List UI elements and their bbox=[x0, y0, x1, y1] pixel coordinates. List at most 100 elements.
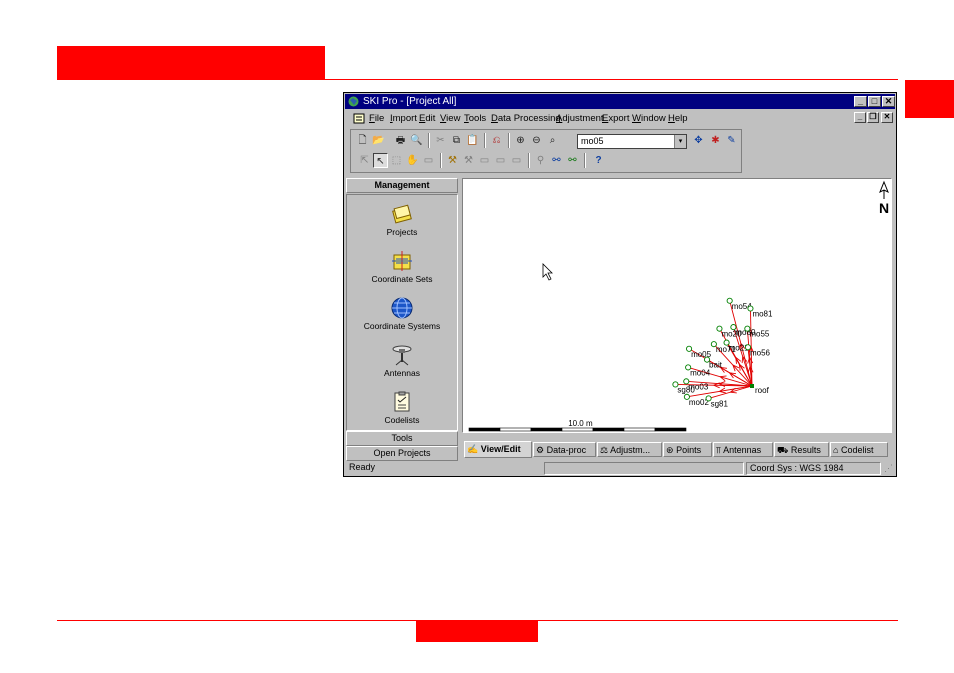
zoom-in-icon[interactable]: ⊕ bbox=[513, 133, 528, 148]
tab-antennas[interactable]: ⫪ Antennas bbox=[713, 442, 773, 457]
chevron-down-icon[interactable]: ▾ bbox=[674, 135, 686, 148]
view-tabs: ✍ View/Edit ⚙ Data-proc ⚖ Adjustm... ⊛ P… bbox=[462, 441, 892, 459]
close-button[interactable]: ✕ bbox=[882, 96, 895, 107]
management-item-antennas[interactable]: Antennas bbox=[347, 344, 457, 378]
mdi-restore-button[interactable]: ❐ bbox=[867, 112, 879, 123]
zoom-window-icon[interactable]: ⬚ bbox=[389, 153, 404, 168]
antenna-icon: ⫪ bbox=[716, 445, 722, 455]
map-canvas[interactable]: N mo54mo81mo20mo80mo55mo71mo21mo56mo05ba… bbox=[463, 179, 891, 432]
management-item-coordinate-sets[interactable]: Coordinate Sets bbox=[347, 250, 457, 284]
baseline-icon[interactable]: ⚒ bbox=[461, 153, 476, 168]
tab-data-proc[interactable]: ⚙ Data-proc bbox=[533, 442, 596, 457]
link-icon[interactable]: ⚲ bbox=[533, 153, 548, 168]
point-combo[interactable]: mo05 ▾ bbox=[577, 134, 687, 149]
minimize-button[interactable]: _ bbox=[854, 96, 867, 107]
menu-export[interactable]: Export bbox=[602, 113, 629, 124]
header-red-bar bbox=[57, 46, 325, 79]
tab-adjustment[interactable]: ⚖ Adjustm... bbox=[597, 442, 662, 457]
undo-icon[interactable]: ⎌ bbox=[489, 133, 504, 148]
toolbar: 🗋 📂 🖶 🔍 ✂ ⧉ 📋 ⎌ ⊕ ⊖ ⌕ mo05 ▾ ✥ ✱ ✎ ⇱ ↖ ⬚… bbox=[350, 129, 742, 173]
paste-icon[interactable]: 📋 bbox=[465, 133, 480, 148]
mdi-minimize-button[interactable]: _ bbox=[854, 112, 866, 123]
zoom-out-icon[interactable]: ⊖ bbox=[529, 133, 544, 148]
data-proc-icon: ⚙ bbox=[536, 445, 545, 455]
select-icon[interactable]: ⇱ bbox=[357, 153, 372, 168]
processing-icon[interactable]: ⚒ bbox=[445, 153, 460, 168]
resize-grip-icon[interactable]: ⋰ bbox=[884, 463, 893, 474]
window-b-icon[interactable]: ▭ bbox=[493, 153, 508, 168]
scale-bar-segment bbox=[561, 427, 594, 432]
binoculars-next-icon[interactable]: ⚯ bbox=[565, 153, 580, 168]
codelist-icon: ⌂ bbox=[833, 445, 839, 455]
window-title: SKI Pro - [Project All] bbox=[363, 96, 457, 107]
tab-view-edit[interactable]: ✍ View/Edit bbox=[464, 441, 532, 458]
adjustment-icon: ⚖ bbox=[600, 445, 609, 455]
scale-bar-segment bbox=[654, 427, 687, 432]
menu-adjustment[interactable]: Adjustment bbox=[556, 113, 604, 124]
tab-results[interactable]: ⛟ Results bbox=[774, 442, 829, 457]
toolbar-separator bbox=[428, 133, 430, 148]
management-item-label: Projects bbox=[386, 227, 418, 237]
tab-points[interactable]: ⊛ Points bbox=[663, 442, 712, 457]
menu-edit[interactable]: Edit bbox=[419, 113, 435, 124]
scale-bar-segment bbox=[592, 427, 625, 432]
menu-import[interactable]: Import bbox=[390, 113, 417, 124]
management-panel: Management Projects Coordinate Sets Coor… bbox=[346, 178, 458, 463]
antenna-icon bbox=[392, 345, 412, 366]
management-header[interactable]: Management bbox=[346, 178, 458, 193]
toolbar-separator bbox=[528, 153, 530, 168]
print-preview-icon[interactable]: 🔍 bbox=[409, 133, 424, 148]
context-help-icon[interactable]: ? bbox=[591, 153, 606, 168]
projects-icon bbox=[392, 204, 412, 224]
menu-file[interactable]: File bbox=[369, 113, 384, 124]
management-item-label: Antennas bbox=[384, 368, 420, 378]
point-tools-icon[interactable]: ✎ bbox=[724, 133, 739, 148]
scale-label: 10.0 m bbox=[568, 419, 593, 428]
new-icon[interactable]: 🗋 bbox=[355, 133, 370, 148]
status-coord-sys: Coord Sys : WGS 1984 bbox=[746, 462, 881, 475]
tools-bar[interactable]: Tools bbox=[346, 431, 458, 446]
map-view[interactable]: N mo54 mo81 mo20 mo80 mo55 mo71 mo21 mo56 mo05 ba… bbox=[462, 178, 892, 433]
pointer-icon[interactable]: ↖ bbox=[373, 153, 388, 168]
window-a-icon[interactable]: ▭ bbox=[477, 153, 492, 168]
menu-help[interactable]: Help bbox=[668, 113, 688, 124]
mdi-close-button[interactable]: ✕ bbox=[881, 112, 893, 123]
menu-window[interactable]: Window bbox=[632, 113, 666, 124]
north-arrow-icon: N bbox=[879, 180, 889, 216]
point-label-mo55: mo55 bbox=[749, 330, 770, 339]
toolbar-separator bbox=[484, 133, 486, 148]
north-label: N bbox=[879, 200, 889, 216]
management-item-coordinate-systems[interactable]: Coordinate Systems bbox=[347, 297, 457, 331]
maximize-button[interactable]: □ bbox=[868, 96, 881, 107]
open-projects-bar[interactable]: Open Projects bbox=[346, 446, 458, 461]
point-label-mo04: mo04 bbox=[690, 368, 711, 377]
coordinate-sets-icon bbox=[392, 251, 412, 271]
point-label-roof: roof bbox=[755, 386, 770, 395]
footer-red-bar bbox=[416, 621, 538, 642]
open-folder-icon[interactable]: 📂 bbox=[371, 133, 386, 148]
tab-codelist[interactable]: ⌂ Codelist bbox=[830, 442, 888, 457]
cut-icon[interactable]: ✂ bbox=[433, 133, 448, 148]
point-marker-roof[interactable] bbox=[750, 384, 754, 388]
management-item-projects[interactable]: Projects bbox=[347, 203, 457, 237]
mouse-cursor-icon bbox=[542, 263, 553, 281]
print-icon[interactable]: 🖶 bbox=[393, 133, 408, 148]
management-item-codelists[interactable]: Codelists bbox=[347, 391, 457, 425]
menu-data-processing[interactable]: Data Processing bbox=[491, 113, 561, 124]
point-label-mo56: mo56 bbox=[750, 348, 771, 357]
document-icon[interactable] bbox=[353, 113, 365, 124]
binoculars-icon[interactable]: ⚯ bbox=[549, 153, 564, 168]
goto-point-icon[interactable]: ✥ bbox=[691, 133, 706, 148]
management-list: Projects Coordinate Sets Coordinate Syst… bbox=[346, 194, 458, 431]
title-bar[interactable]: SKI Pro - [Project All] _ □ ✕ bbox=[345, 94, 895, 109]
zoom-fit-icon[interactable]: ⌕ bbox=[545, 133, 560, 148]
measure-icon[interactable]: ▭ bbox=[421, 153, 436, 168]
find-point-icon[interactable]: ✱ bbox=[708, 133, 723, 148]
side-red-tab bbox=[905, 80, 954, 118]
menu-view[interactable]: View bbox=[440, 113, 460, 124]
window-c-icon[interactable]: ▭ bbox=[509, 153, 524, 168]
menu-tools[interactable]: Tools bbox=[464, 113, 486, 124]
view-edit-icon: ✍ bbox=[467, 444, 479, 454]
copy-icon[interactable]: ⧉ bbox=[449, 133, 464, 148]
pan-icon[interactable]: ✋ bbox=[405, 153, 420, 168]
